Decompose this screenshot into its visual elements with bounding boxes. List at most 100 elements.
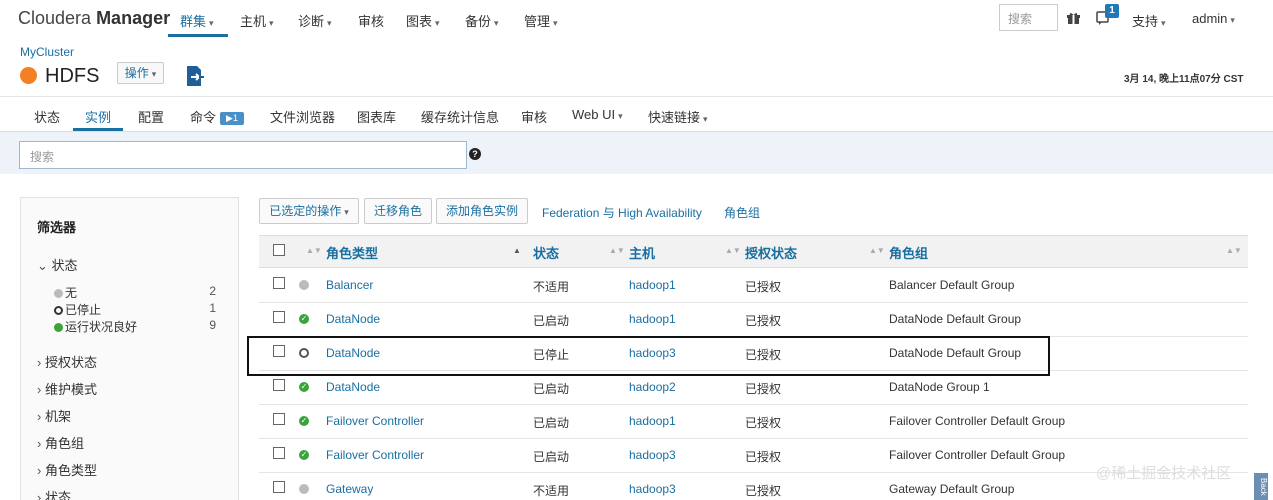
gift-icon[interactable] [1067,12,1080,24]
role-type-link[interactable]: Failover Controller [326,448,424,462]
selected-actions-button[interactable]: 已选定的操作 ▾ [259,198,359,224]
row-checkbox[interactable] [273,277,285,289]
column-role-type[interactable]: 角色类型 [326,243,378,262]
row-checkbox[interactable] [273,413,285,425]
host-link[interactable]: hadoop3 [629,482,676,496]
nav-backup[interactable]: 备份 ▾ [465,11,499,30]
filter-status-none[interactable]: 无 [54,284,77,301]
watermark: @稀土掘金技术社区 [1096,465,1232,482]
host-link[interactable]: hadoop3 [629,448,676,462]
chevron-down-icon: ▾ [209,18,214,28]
authorization-status: 已授权 [745,382,782,396]
tab-commands[interactable]: 命令 ▶1 [190,107,245,126]
column-host[interactable]: 主机 [629,243,655,262]
chevron-down-icon: ▾ [1161,18,1166,28]
row-checkbox[interactable] [273,481,285,493]
role-group-name: Failover Controller Default Group [889,448,1066,462]
status-good-icon: ✓ [299,382,309,392]
column-authorization[interactable]: 授权状态 [745,243,797,262]
role-type-link[interactable]: Gateway [326,482,373,496]
add-role-instance-button[interactable]: 添加角色实例 [436,198,528,224]
filter-count: 1 [209,301,216,315]
filter-section-status[interactable]: ⌄ 状态 [37,255,78,274]
cluster-breadcrumb[interactable]: MyCluster [20,45,74,59]
filter-section-authorization[interactable]: › 授权状态 [37,352,97,371]
tab-instances[interactable]: 实例 [85,107,111,126]
authorization-status: 已授权 [745,450,782,464]
chevron-down-icon: ▾ [327,18,332,28]
nav-charts[interactable]: 图表 ▾ [406,11,440,30]
tab-cache-stats[interactable]: 缓存统计信息 [421,107,499,126]
role-type-link[interactable]: Balancer [326,278,373,292]
row-checkbox[interactable] [273,311,285,323]
filter-section-rack[interactable]: › 机架 [37,406,71,425]
tab-configuration[interactable]: 配置 [138,107,164,126]
federation-ha-link[interactable]: Federation 与 High Availability [542,204,702,221]
filter-section-state[interactable]: › 状态 [37,487,71,500]
help-icon[interactable]: ? [469,148,481,160]
select-all-checkbox[interactable] [273,244,285,256]
row-divider [259,438,1248,439]
chevron-down-icon: ▾ [269,18,274,28]
tab-audits[interactable]: 审核 [521,107,547,126]
tab-status[interactable]: 状态 [34,107,60,126]
role-group-name: DataNode Group 1 [889,380,990,394]
divider [0,96,1273,97]
status-good-icon: ✓ [299,416,309,426]
nav-audits[interactable]: 审核 [358,11,384,30]
filter-section-maintenance[interactable]: › 维护模式 [37,379,97,398]
export-icon[interactable] [184,65,206,87]
sort-icon[interactable]: ▲▼ [306,246,322,255]
nav-support[interactable]: 支持 ▾ [1132,11,1166,30]
status-good-icon: ✓ [299,314,309,324]
sort-asc-icon[interactable]: ▲ [513,246,521,255]
filter-section-role-group[interactable]: › 角色组 [37,433,84,452]
highlight-annotation [247,336,1050,376]
row-divider [259,404,1248,405]
nav-diagnostics[interactable]: 诊断 ▾ [298,11,332,30]
column-role-group[interactable]: 角色组 [889,243,928,262]
nav-hosts[interactable]: 主机 ▾ [240,11,274,30]
host-link[interactable]: hadoop2 [629,380,676,394]
host-link[interactable]: hadoop1 [629,312,676,326]
sort-icon[interactable]: ▲▼ [609,246,625,255]
role-groups-link[interactable]: 角色组 [724,204,760,221]
chevron-down-icon: ▾ [1230,15,1235,25]
filter-status-stopped[interactable]: 已停止 [54,301,101,318]
sort-icon[interactable]: ▲▼ [869,246,885,255]
service-actions-button[interactable]: 操作 ▾ [117,62,164,84]
sort-icon[interactable]: ▲▼ [725,246,741,255]
migrate-roles-button[interactable]: 迁移角色 [364,198,432,224]
role-type-link[interactable]: Failover Controller [326,414,424,428]
column-state[interactable]: 状态 [533,243,559,262]
filter-status-good[interactable]: 运行状况良好 [54,318,137,335]
host-link[interactable]: hadoop1 [629,278,676,292]
chevron-down-icon: ▾ [494,18,499,28]
host-link[interactable]: hadoop1 [629,414,676,428]
nav-user-menu[interactable]: admin ▾ [1192,11,1235,26]
chevron-down-icon: ▾ [703,114,708,124]
global-search-input[interactable]: 搜索 [999,4,1058,31]
nav-admin[interactable]: 管理 ▾ [524,11,558,30]
filter-section-role-type[interactable]: › 角色类型 [37,460,97,479]
chevron-down-icon: ▾ [553,18,558,28]
tab-chart-library[interactable]: 图表库 [357,107,396,126]
instances-search-input[interactable]: 搜索 [19,141,467,169]
role-group-name: Gateway Default Group [889,482,1015,496]
tab-quick-links[interactable]: 快速链接 ▾ [648,107,708,126]
row-checkbox[interactable] [273,447,285,459]
status-good-icon [54,323,63,332]
sort-icon[interactable]: ▲▼ [1226,246,1242,255]
role-type-link[interactable]: DataNode [326,380,380,394]
nav-clusters[interactable]: 群集 ▾ [180,11,214,30]
tab-web-ui[interactable]: Web UI ▾ [572,107,623,122]
status-none-icon [299,280,309,290]
tab-file-browser[interactable]: 文件浏览器 [270,107,335,126]
service-status-icon [20,67,37,84]
status-good-icon: ✓ [299,450,309,460]
row-checkbox[interactable] [273,379,285,391]
back-tab[interactable]: Back [1254,473,1268,500]
chevron-down-icon: ▾ [344,207,349,217]
app-logo[interactable]: Cloudera Manager [18,8,170,29]
role-type-link[interactable]: DataNode [326,312,380,326]
